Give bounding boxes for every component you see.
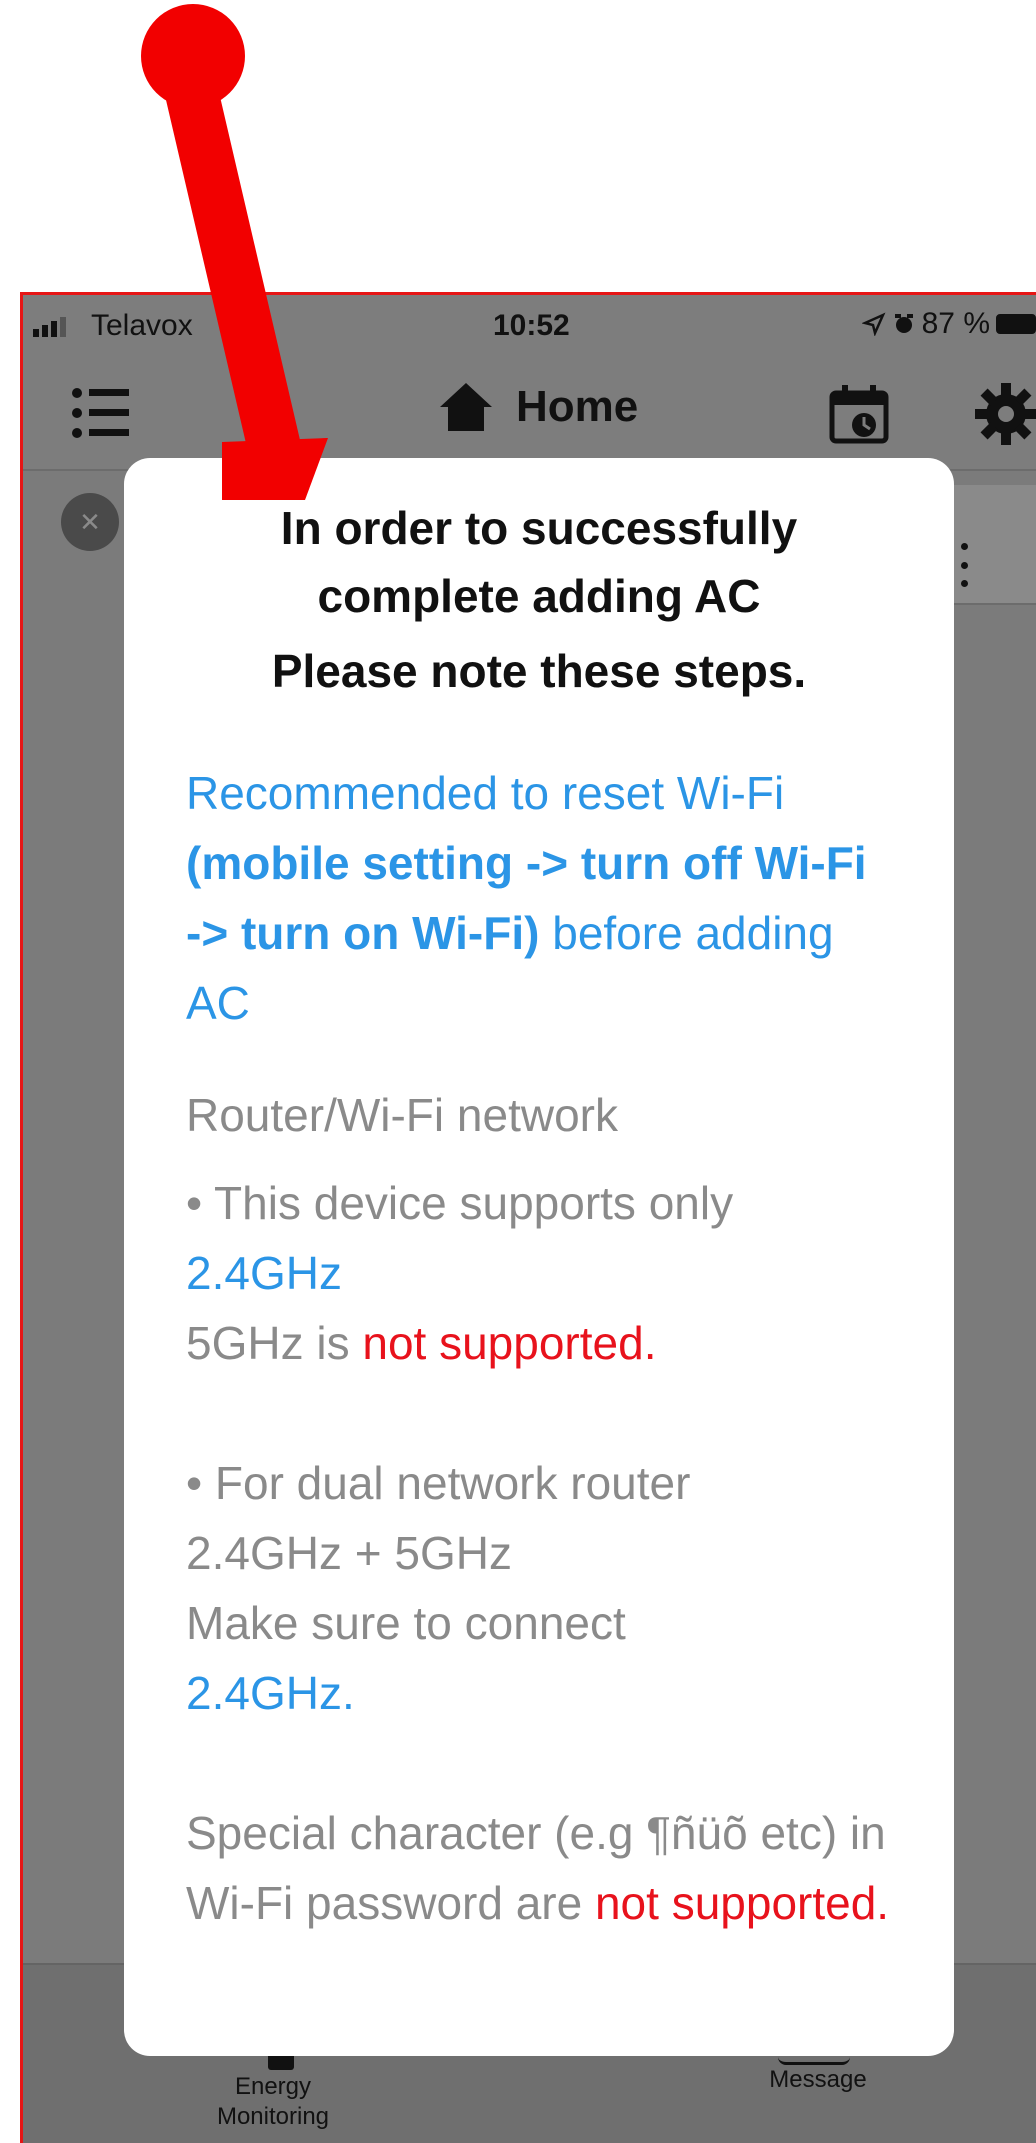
battery-percentage: 87 % (921, 307, 990, 340)
dialog-title-line2: complete adding AC (317, 570, 761, 622)
tab-energy-monitoring[interactable]: Energy Monitoring (193, 2072, 353, 2132)
dialog-title: In order to successfully complete adding… (146, 494, 932, 630)
settings-gear-icon[interactable] (973, 381, 1036, 447)
schedule-calendar-icon[interactable] (828, 383, 890, 445)
dual-router-line1: • For dual network router (186, 1457, 691, 1509)
more-options-icon[interactable] (958, 543, 970, 587)
support-text: • This device supports only (186, 1177, 734, 1229)
menu-list-icon[interactable] (71, 385, 131, 441)
location-arrow-icon (861, 312, 886, 336)
page-title: Home (516, 382, 639, 431)
connect-frequency: 2.4GHz. (186, 1667, 355, 1719)
status-bar: Telavox 10:52 87 % (23, 295, 1036, 357)
reset-wifi-recommendation: Recommended to reset Wi-Fi (mobile setti… (186, 758, 892, 1038)
page-title-group: Home (438, 381, 638, 433)
not-supported-warning: not supported. (362, 1317, 657, 1369)
instructions-dialog: In order to successfully complete adding… (124, 458, 954, 2056)
home-icon (440, 383, 492, 431)
alarm-icon (894, 314, 913, 333)
unsupported-prefix: 5GHz is (186, 1317, 363, 1369)
dual-router-note: • For dual network router 2.4GHz + 5GHz … (186, 1448, 892, 1728)
tab-message[interactable]: Message (738, 2065, 898, 2095)
dual-router-line3: Make sure to connect (186, 1597, 626, 1649)
screenshot-stage: Telavox 10:52 87 % Home ✕ Energy Monitor… (0, 0, 1036, 2143)
dual-router-line2: 2.4GHz + 5GHz (186, 1527, 512, 1579)
battery-icon (996, 314, 1036, 334)
wifi-off-icon: ✕ (61, 493, 119, 551)
special-not-supported: not supported. (594, 1877, 890, 1929)
dialog-title-line1: In order to successfully (280, 502, 798, 554)
frequency-support-note: • This device supports only 2.4GHz 5GHz … (186, 1168, 892, 1378)
dialog-subtitle: Please note these steps. (271, 645, 807, 697)
special-character-note: Special character (e.g ¶ñüõ etc) in Wi-F… (186, 1798, 892, 1938)
reset-text-start: Recommended to reset Wi-Fi (186, 767, 785, 819)
status-time: 10:52 (493, 309, 570, 342)
router-section-heading: Router/Wi-Fi network (186, 1089, 618, 1141)
carrier-name: Telavox (91, 309, 193, 342)
signal-strength-icon (33, 317, 66, 337)
navigation-bar: Home (23, 357, 1036, 471)
supported-frequency: 2.4GHz (186, 1247, 342, 1299)
status-indicators: 87 % (861, 307, 1036, 341)
